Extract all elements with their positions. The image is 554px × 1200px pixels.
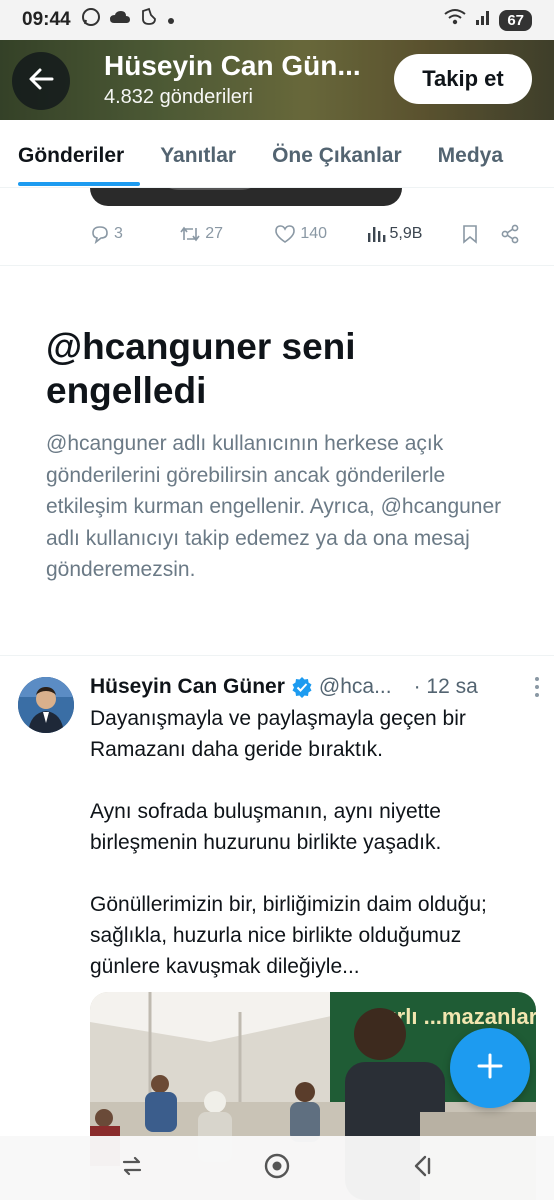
reply-icon <box>90 224 110 244</box>
verified-badge-icon <box>291 676 313 698</box>
like-count: 140 <box>300 225 328 242</box>
bookmark-button[interactable] <box>461 224 501 244</box>
tweet-text: Dayanışmayla ve paylaşmayla geçen bir Ra… <box>90 703 530 1013</box>
back-button[interactable] <box>12 52 70 110</box>
bar-chart-icon <box>366 224 386 244</box>
tab-highlights[interactable]: Öne Çıkanlar <box>272 120 402 168</box>
recent-apps-icon <box>119 1153 145 1184</box>
views-button[interactable]: 5,9B <box>366 224 461 244</box>
tweet-author-name[interactable]: Hüseyin Can Güner <box>90 675 285 699</box>
signal-icon <box>475 8 491 32</box>
blocked-title: @hcanguner seni engelledi <box>46 326 356 411</box>
tweet-timestamp[interactable]: · 12 sa <box>414 675 478 699</box>
wifi-icon <box>443 8 467 32</box>
post-count: 4.832 gönderileri <box>104 86 253 108</box>
view-count: 5,9B <box>389 225 423 242</box>
tab-replies[interactable]: Yanıtlar <box>160 120 236 168</box>
system-navigation-bar <box>0 1136 554 1200</box>
active-tab-indicator <box>18 182 140 186</box>
tweet-paragraph: Aynı sofrada buluşmanın, aynı niyette bi… <box>90 800 442 854</box>
reply-button[interactable]: 3 <box>90 224 179 244</box>
status-bar: 09:44 67 <box>0 0 554 40</box>
profile-tabs: Gönderiler Yanıtlar Öne Çıkanlar Medya <box>0 120 554 188</box>
back-nav-icon <box>409 1153 435 1184</box>
follow-button[interactable]: Takip et <box>394 54 532 104</box>
divider <box>0 655 554 656</box>
profile-name: Hüseyin Can Gün... <box>104 50 361 81</box>
recent-apps-button[interactable] <box>112 1148 152 1188</box>
battery-indicator: 67 <box>499 9 532 31</box>
divider <box>0 265 554 266</box>
bird-icon <box>139 7 159 33</box>
home-button[interactable] <box>257 1148 297 1188</box>
reply-count: 3 <box>114 225 123 242</box>
more-options-icon[interactable] <box>534 676 540 698</box>
tweet-header: Hüseyin Can Güner @hca... · 12 sa <box>90 672 540 702</box>
repost-count: 27 <box>205 225 223 242</box>
status-time: 09:44 <box>22 9 71 30</box>
tweet-author-handle[interactable]: @hca... <box>319 675 392 699</box>
tweet-paragraph: Gönüllerimizin bir, birliğimizin daim ol… <box>90 893 487 978</box>
home-icon <box>263 1152 291 1185</box>
dot-icon <box>167 9 175 31</box>
blocked-description: @hcanguner adlı kullanıcının herkese açı… <box>46 432 502 581</box>
tab-posts[interactable]: Gönderiler <box>18 120 124 168</box>
repost-icon <box>179 224 201 244</box>
heart-icon <box>274 224 296 244</box>
repost-button[interactable]: 27 <box>179 224 274 244</box>
compose-post-button[interactable] <box>450 1028 530 1108</box>
tweet-paragraph: Dayanışmayla ve paylaşmayla geçen bir Ra… <box>90 707 466 761</box>
cloud-icon <box>109 9 131 31</box>
previous-tweet-actions: 3 27 140 5,9B <box>90 218 530 250</box>
tab-media[interactable]: Medya <box>438 120 503 168</box>
share-icon <box>500 224 520 244</box>
bookmark-icon <box>461 224 479 244</box>
plus-icon <box>476 1052 504 1085</box>
avatar[interactable] <box>18 677 74 733</box>
whatsapp-icon <box>81 7 101 33</box>
profile-header: Hüseyin Can Gün... 4.832 gönderileri Tak… <box>0 40 554 120</box>
arrow-left-icon <box>28 66 54 97</box>
share-button[interactable] <box>500 224 530 244</box>
like-button[interactable]: 140 <box>274 224 365 244</box>
back-nav-button[interactable] <box>402 1148 442 1188</box>
